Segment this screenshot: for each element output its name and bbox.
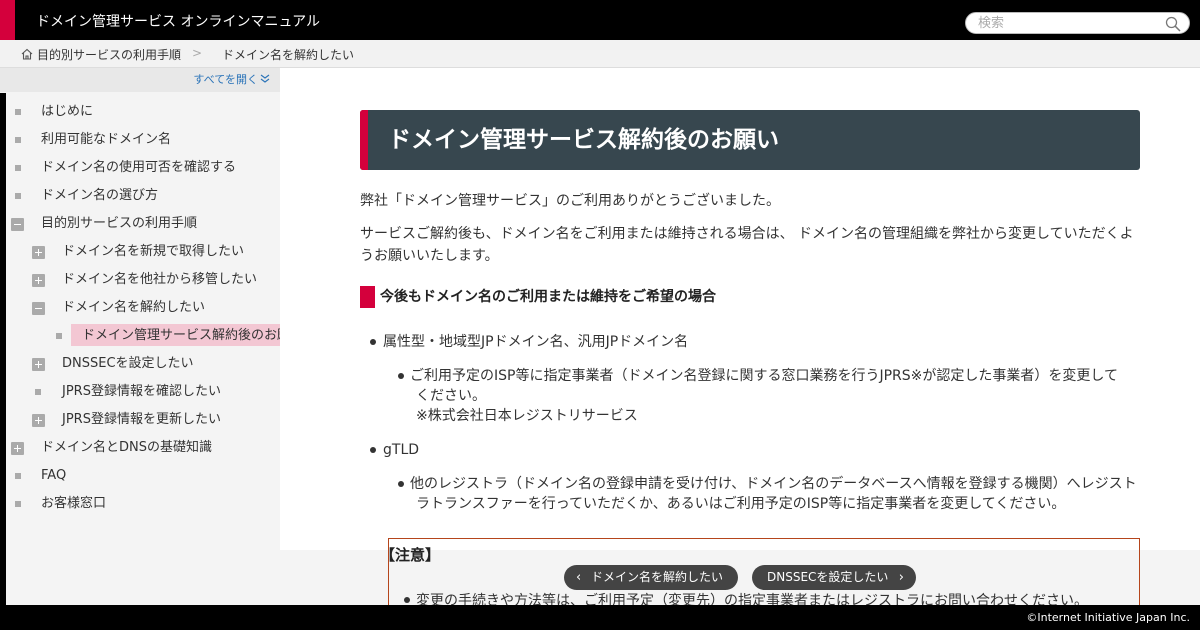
- search-box[interactable]: [965, 12, 1190, 34]
- chevron-right-icon: ›: [898, 570, 904, 585]
- sidebar-item-label: JPRS登録情報を確認したい: [62, 384, 221, 399]
- bullet-icon: [370, 447, 376, 453]
- sidebar-item-update-jprs[interactable]: JPRS登録情報を更新したい: [0, 406, 280, 434]
- sub-list-text-line: ラトランスファーを行っていただくか、あるいはご利用予定のISP等に指定事業者を変…: [416, 496, 1066, 512]
- bullet-icon: [15, 137, 21, 143]
- list-item-label: gTLD: [383, 442, 420, 458]
- prev-page-label: ドメイン名を解約したい: [591, 570, 724, 584]
- sidebar-item-choose-domain[interactable]: ドメイン名の選び方: [0, 182, 280, 210]
- page-title: ドメイン管理サービス解約後のお願い: [360, 110, 1140, 170]
- sidebar-item-label: ドメイン名とDNSの基礎知識: [41, 440, 212, 455]
- next-page-label: DNSSECを設定したい: [767, 570, 889, 584]
- collapse-icon[interactable]: [11, 218, 24, 231]
- sidebar-item-cancel-domain[interactable]: ドメイン名を解約したい: [0, 294, 280, 322]
- breadcrumb-separator: >: [192, 46, 203, 60]
- header-bar: ドメイン管理サービス オンラインマニュアル: [0, 0, 1200, 40]
- title-accent: [360, 110, 368, 170]
- sidebar-item-label: ドメイン名を他社から移管したい: [62, 272, 258, 287]
- sidebar-item-faq[interactable]: FAQ: [0, 462, 280, 490]
- bullet-icon: [15, 165, 21, 171]
- bullet-icon: [398, 373, 404, 379]
- sidebar-item-label: ドメイン名を解約したい: [62, 300, 206, 315]
- bullet-icon: [398, 481, 404, 487]
- intro-paragraph-2-line2: うお願いいたします。: [360, 248, 499, 264]
- intro-paragraph-2-line1: サービスご解約後も、ドメイン名をご利用または維持される場合は、 ドメイン名の管理…: [360, 226, 1134, 242]
- search-input[interactable]: [978, 14, 1158, 33]
- expand-all-label: すべてを開く: [193, 73, 258, 86]
- sidebar-item-label: はじめに: [41, 104, 94, 119]
- sidebar-item-transfer-domain[interactable]: ドメイン名を他社から移管したい: [0, 266, 280, 294]
- page-title-text: ドメイン管理サービス解約後のお願い: [388, 127, 779, 153]
- sidebar-item-intro[interactable]: はじめに: [0, 98, 280, 126]
- note-title: 【注意】: [380, 546, 441, 564]
- sub-list-text-line: ご利用予定のISP等に指定事業者（ドメイン名登録に関する窓口業務を行うJPRS※…: [410, 368, 1118, 384]
- chevron-left-icon: ‹: [576, 570, 582, 585]
- bullet-icon: [35, 389, 41, 395]
- home-icon[interactable]: [20, 47, 34, 61]
- sidebar-item-label: 目的別サービスの利用手順: [41, 216, 198, 231]
- expand-icon[interactable]: [32, 246, 45, 259]
- breadcrumb-link-purpose[interactable]: 目的別サービスの利用手順: [37, 46, 181, 63]
- intro-paragraph-1: 弊社「ドメイン管理サービス」のご利用ありがとうございました。: [360, 193, 780, 209]
- breadcrumb: 目的別サービスの利用手順 > ドメイン名を解約したい: [0, 40, 1200, 68]
- breadcrumb-link-cancel[interactable]: ドメイン名を解約したい: [222, 46, 354, 63]
- sidebar-item-new-domain[interactable]: ドメイン名を新規で取得したい: [0, 238, 280, 266]
- bullet-icon: [370, 339, 376, 345]
- sidebar-item-available-domains[interactable]: 利用可能なドメイン名: [0, 126, 280, 154]
- sidebar-item-label: DNSSECを設定したい: [62, 356, 194, 371]
- sidebar-item-after-cancel[interactable]: ドメイン管理サービス解約後のお願い: [0, 322, 280, 350]
- sidebar-item-check-availability[interactable]: ドメイン名の使用可否を確認する: [0, 154, 280, 182]
- footer: ©Internet Initiative Japan Inc.: [0, 605, 1200, 630]
- bullet-icon: [15, 109, 21, 115]
- sidebar-item-label: 利用可能なドメイン名: [41, 132, 172, 147]
- app-title[interactable]: ドメイン管理サービス オンラインマニュアル: [36, 0, 320, 40]
- bullet-icon: [56, 333, 62, 339]
- bullet-icon: [15, 193, 21, 199]
- sidebar-item-label: ドメイン管理サービス解約後のお願い: [82, 328, 280, 343]
- sidebar-item-label: ドメイン名の使用可否を確認する: [41, 160, 237, 175]
- expand-all-button[interactable]: すべてを開く: [0, 68, 280, 92]
- sidebar-item-dnssec[interactable]: DNSSECを設定したい: [0, 350, 280, 378]
- sidebar-item-purpose-procedures[interactable]: 目的別サービスの利用手順: [0, 210, 280, 238]
- heading-marker: [360, 286, 375, 308]
- double-chevron-down-icon: [260, 74, 270, 83]
- prev-page-button[interactable]: ‹ ドメイン名を解約したい: [564, 565, 738, 590]
- next-page-button[interactable]: DNSSECを設定したい ›: [752, 565, 916, 590]
- sidebar-item-label: FAQ: [41, 468, 67, 483]
- expand-icon[interactable]: [32, 274, 45, 287]
- sidebar-item-support[interactable]: お客様窓口: [0, 490, 280, 518]
- bullet-icon: [15, 473, 21, 479]
- sub-list-text-line: 他のレジストラ（ドメイン名の登録申請を受け付け、ドメイン名のデータベースへ情報を…: [410, 476, 1137, 492]
- sidebar-item-label: ドメイン名の選び方: [41, 188, 159, 203]
- sidebar-item-label: JPRS登録情報を更新したい: [62, 412, 221, 427]
- sidebar-item-label: ドメイン名を新規で取得したい: [62, 244, 245, 259]
- header-accent: [0, 0, 15, 40]
- search-icon[interactable]: [1165, 16, 1181, 32]
- bullet-icon: [404, 597, 410, 603]
- collapse-icon[interactable]: [32, 302, 45, 315]
- section-heading-text: 今後もドメイン名のご利用または維持をご希望の場合: [380, 289, 716, 305]
- expand-icon[interactable]: [32, 358, 45, 371]
- expand-icon[interactable]: [11, 442, 24, 455]
- bullet-icon: [15, 501, 21, 507]
- sidebar-item-dns-basics[interactable]: ドメイン名とDNSの基礎知識: [0, 434, 280, 462]
- sub-list-text-line: ※株式会社日本レジストリサービス: [416, 408, 638, 424]
- sidebar-item-check-jprs[interactable]: JPRS登録情報を確認したい: [0, 378, 280, 406]
- sidebar-item-label: お客様窓口: [41, 496, 107, 511]
- sidebar: すべてを開く はじめに 利用可能なドメイン名 ドメイン名の使用可否を確認する ド…: [0, 68, 280, 605]
- copyright-text: ©Internet Initiative Japan Inc.: [1026, 611, 1190, 624]
- list-item-label: 属性型・地域型JPドメイン名、汎用JPドメイン名: [383, 334, 689, 350]
- expand-icon[interactable]: [32, 414, 45, 427]
- sub-list-text-line: ください。: [416, 388, 486, 404]
